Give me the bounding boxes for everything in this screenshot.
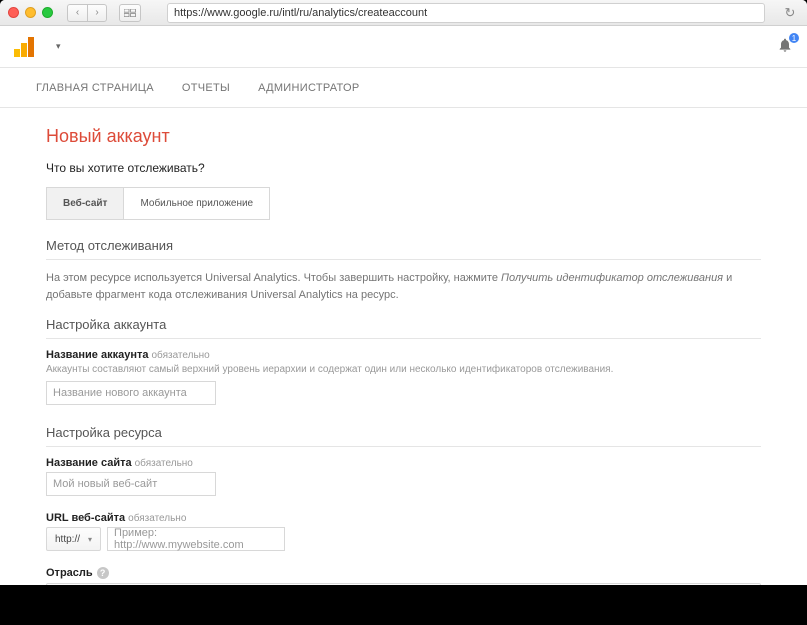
close-window-button[interactable] bbox=[8, 7, 19, 18]
window-controls bbox=[8, 7, 53, 18]
industry-label: Отрасль? bbox=[46, 567, 761, 579]
notification-badge: 1 bbox=[789, 33, 799, 43]
app-header: ▾ 1 bbox=[0, 26, 807, 68]
tracking-question: Что вы хотите отслеживать? bbox=[46, 161, 761, 175]
resource-setup-heading: Настройка ресурса bbox=[46, 425, 761, 447]
browser-window: ‹ › https://www.google.ru/intl/ru/analyt… bbox=[0, 0, 807, 585]
nav-reports[interactable]: ОТЧЕТЫ bbox=[182, 82, 230, 94]
main-nav: ГЛАВНАЯ СТРАНИЦА ОТЧЕТЫ АДМИНИСТРАТОР bbox=[0, 68, 807, 108]
forward-button[interactable]: › bbox=[87, 4, 107, 22]
content-area: Новый аккаунт Что вы хотите отслеживать?… bbox=[0, 108, 807, 585]
help-icon[interactable]: ? bbox=[97, 567, 109, 579]
nav-home[interactable]: ГЛАВНАЯ СТРАНИЦА bbox=[36, 82, 154, 94]
url-protocol-select[interactable]: http://▾ bbox=[46, 527, 101, 551]
back-button[interactable]: ‹ bbox=[67, 4, 87, 22]
account-setup-heading: Настройка аккаунта bbox=[46, 317, 761, 339]
titlebar: ‹ › https://www.google.ru/intl/ru/analyt… bbox=[0, 0, 807, 26]
tracking-type-tabs: Веб-сайт Мобильное приложение bbox=[46, 187, 761, 220]
notifications-button[interactable]: 1 bbox=[777, 37, 793, 56]
site-name-input[interactable]: Мой новый веб-сайт bbox=[46, 472, 216, 496]
nav-admin[interactable]: АДМИНИСТРАТОР bbox=[258, 82, 359, 94]
site-url-label: URL веб-сайтаобязательно bbox=[46, 512, 761, 524]
reload-button[interactable]: ↻ bbox=[781, 4, 799, 22]
account-name-input[interactable]: Название нового аккаунта bbox=[46, 381, 216, 405]
nav-buttons: ‹ › bbox=[67, 4, 107, 22]
site-url-input[interactable]: Пример: http://www.mywebsite.com bbox=[107, 527, 285, 551]
url-text: https://www.google.ru/intl/ru/analytics/… bbox=[174, 7, 427, 19]
url-bar[interactable]: https://www.google.ru/intl/ru/analytics/… bbox=[167, 3, 765, 23]
account-name-label: Название аккаунтаобязательно bbox=[46, 349, 761, 361]
maximize-window-button[interactable] bbox=[42, 7, 53, 18]
industry-select[interactable]: Выберите один вариант▾ bbox=[46, 583, 761, 585]
account-name-help: Аккаунты составляют самый верхний уровен… bbox=[46, 364, 761, 375]
tabs-overview-button[interactable] bbox=[119, 4, 141, 22]
account-picker-caret-icon[interactable]: ▾ bbox=[56, 41, 61, 52]
site-name-label: Название сайтаобязательно bbox=[46, 457, 761, 469]
chevron-down-icon: ▾ bbox=[88, 535, 92, 544]
tab-website[interactable]: Веб-сайт bbox=[46, 187, 123, 220]
analytics-logo-icon[interactable] bbox=[14, 37, 34, 57]
method-heading: Метод отслеживания bbox=[46, 238, 761, 260]
method-description: На этом ресурсе используется Universal A… bbox=[46, 270, 761, 303]
page-title: Новый аккаунт bbox=[46, 126, 761, 147]
tab-mobile-app[interactable]: Мобильное приложение bbox=[123, 187, 270, 220]
minimize-window-button[interactable] bbox=[25, 7, 36, 18]
